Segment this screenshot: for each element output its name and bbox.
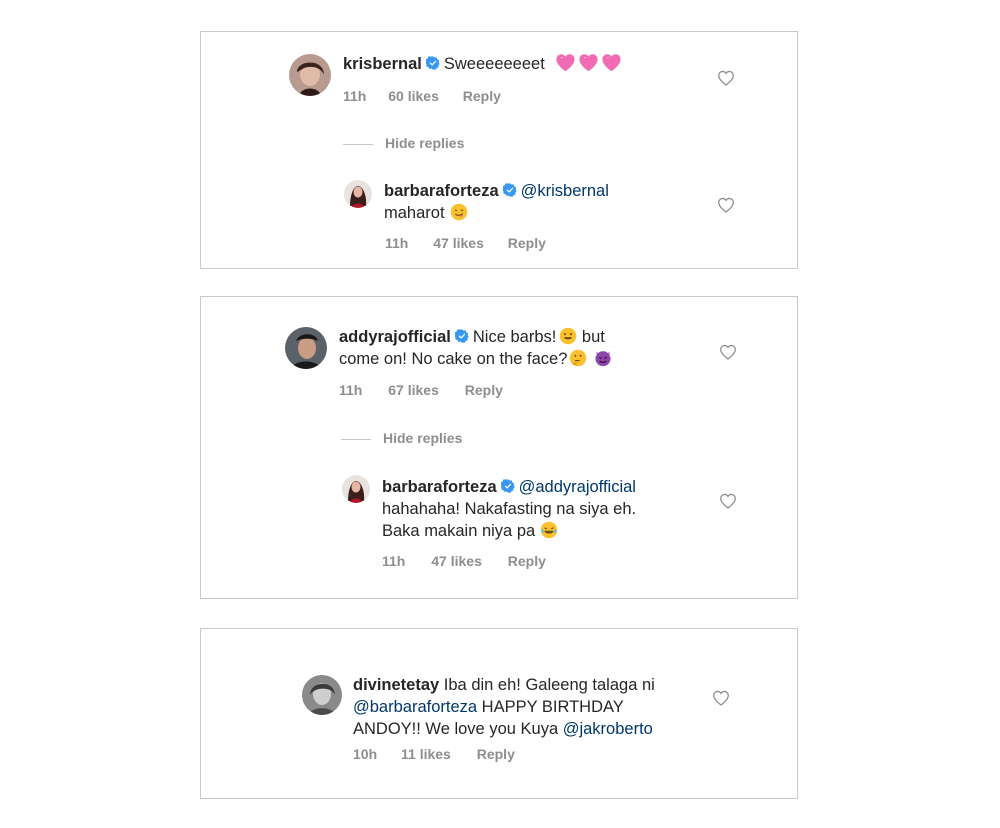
mention-link[interactable]: @krisbernal: [521, 182, 609, 200]
verified-badge-icon: [455, 329, 469, 343]
like-count[interactable]: 60 likes: [388, 88, 439, 104]
verified-badge-icon: [426, 56, 440, 70]
reply-button[interactable]: Reply: [508, 235, 546, 251]
like-heart-icon[interactable]: [717, 70, 735, 86]
comment-text: Sweeeeeeeet: [443, 55, 545, 73]
comment-thread-card: addyrajofficial Nice barbs! but come on! …: [200, 296, 798, 599]
username[interactable]: addyrajofficial: [339, 328, 451, 346]
divider: [343, 143, 373, 145]
reply-text: Baka makain niya pa: [382, 522, 536, 540]
comment-thread-card: krisbernal Sweeeeeeeet 11h 60 likes Reply…: [200, 31, 798, 269]
like-count[interactable]: 11 likes: [401, 746, 451, 762]
comment-text: ANDOY!! We love you Kuya: [353, 720, 559, 738]
hide-replies-button[interactable]: Hide replies: [343, 135, 464, 151]
username[interactable]: krisbernal: [343, 55, 422, 73]
timestamp: 11h: [343, 88, 367, 104]
reply-meta: 11h 47 likes Reply: [385, 235, 546, 251]
avatar[interactable]: [289, 54, 331, 96]
username[interactable]: barbaraforteza: [382, 478, 497, 496]
laughing-emoji-icon: [540, 521, 558, 539]
devil-emoji-icon: [594, 349, 612, 367]
reply-button[interactable]: Reply: [465, 382, 503, 398]
reply-button[interactable]: Reply: [477, 746, 515, 762]
avatar[interactable]: [285, 327, 327, 369]
like-count[interactable]: 67 likes: [388, 382, 439, 398]
avatar[interactable]: [344, 180, 372, 208]
smile-emoji-icon: [559, 327, 577, 345]
avatar[interactable]: [342, 475, 370, 503]
like-count[interactable]: 47 likes: [431, 553, 482, 569]
pink-heart-emoji-icon: [578, 53, 599, 72]
pink-heart-emoji-icon: [555, 53, 576, 72]
username[interactable]: divinetetay: [353, 676, 439, 694]
like-heart-icon[interactable]: [719, 493, 737, 509]
verified-badge-icon: [501, 479, 515, 493]
comment-text: but: [581, 328, 605, 346]
verified-badge-icon: [503, 183, 517, 197]
reply-button[interactable]: Reply: [463, 88, 501, 104]
like-heart-icon[interactable]: [712, 690, 730, 706]
username[interactable]: barbaraforteza: [384, 182, 499, 200]
thinking-emoji-icon: [569, 349, 587, 367]
avatar[interactable]: [302, 675, 342, 715]
comment-thread-card: divinetetay Iba din eh! Galeeng talaga n…: [200, 628, 798, 799]
hide-replies-label: Hide replies: [385, 135, 465, 151]
tongue-emoji-icon: [450, 203, 468, 221]
comment-meta: 10h 11 likes Reply: [353, 746, 515, 762]
mention-link[interactable]: @jakroberto: [563, 720, 653, 738]
comment-meta: 11h 60 likes Reply: [343, 88, 501, 104]
mention-link[interactable]: @barbaraforteza: [353, 698, 477, 716]
like-heart-icon[interactable]: [717, 197, 735, 213]
timestamp: 11h: [382, 553, 406, 569]
reply-text: hahahaha! Nakafasting na siya eh.: [382, 500, 637, 518]
pink-heart-emoji-icon: [601, 53, 622, 72]
divider: [341, 438, 371, 440]
timestamp: 11h: [339, 382, 363, 398]
hide-replies-label: Hide replies: [383, 430, 463, 446]
comment-text: HAPPY BIRTHDAY: [481, 698, 624, 716]
comment-text: Iba din eh! Galeeng talaga ni: [443, 676, 655, 694]
timestamp: 10h: [353, 746, 378, 762]
timestamp: 11h: [385, 235, 409, 251]
mention-link[interactable]: @addyrajofficial: [519, 478, 636, 496]
reply-text: maharot: [384, 204, 445, 222]
comment-text: come on! No cake on the face?: [339, 350, 568, 368]
hide-replies-button[interactable]: Hide replies: [341, 430, 462, 446]
comment-meta: 11h 67 likes Reply: [339, 382, 503, 398]
reply-meta: 11h 47 likes Reply: [382, 553, 546, 569]
like-heart-icon[interactable]: [719, 344, 737, 360]
like-count[interactable]: 47 likes: [433, 235, 484, 251]
comment-text: Nice barbs!: [472, 328, 557, 346]
reply-button[interactable]: Reply: [508, 553, 546, 569]
